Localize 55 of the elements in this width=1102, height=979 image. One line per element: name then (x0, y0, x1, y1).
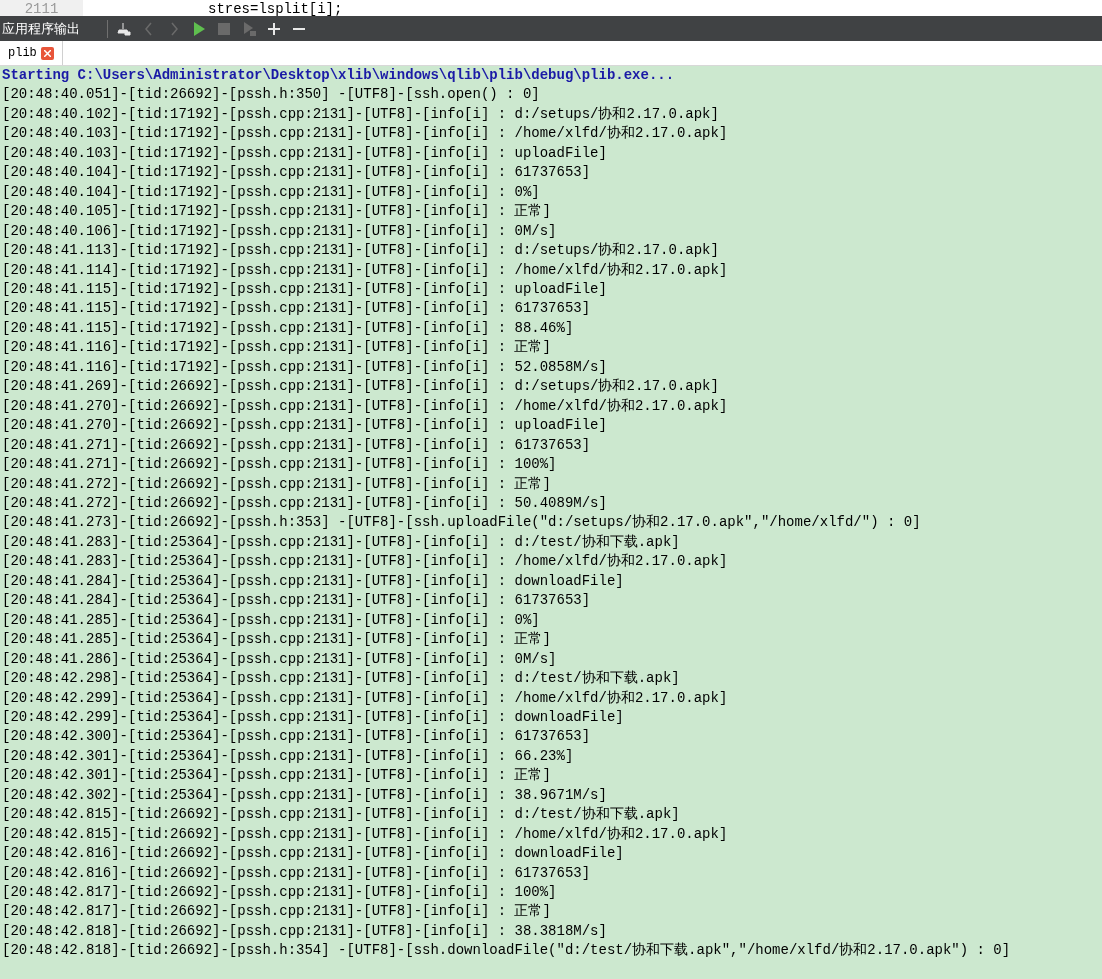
output-header: Starting C:\Users\Administrator\Desktop\xlib\windows\qlib\plib\debug\plib.exe... (2, 66, 675, 85)
log-line: [20:48:42.298]-[tid:25364]-[pssh.cpp:2131]-[UTF8]-[info[i] : d:/test/协和下载.apk] (2, 669, 680, 689)
log-line: [20:48:41.285]-[tid:25364]-[pssh.cpp:2131]-[UTF8]-[info[i] : 0%] (2, 610, 540, 630)
log-line: [20:48:42.816]-[tid:26692]-[pssh.cpp:2131]-[UTF8]-[info[i] : 61737653] (2, 863, 591, 883)
log-line: [20:48:41.272]-[tid:26692]-[pssh.cpp:2131]-[UTF8]-[info[i] : 50.4089M/s] (2, 493, 607, 513)
log-line: [20:48:42.818]-[tid:26692]-[pssh.cpp:2131]-[UTF8]-[info[i] : 38.3818M/s] (2, 921, 607, 941)
clear-icon (115, 20, 132, 37)
log-line: [20:48:42.299]-[tid:25364]-[pssh.cpp:2131]-[UTF8]-[info[i] : downloadFile] (2, 707, 624, 727)
log-line: [20:48:42.817]-[tid:26692]-[pssh.cpp:2131]-[UTF8]-[info[i] : 100%] (2, 883, 557, 903)
log-line: [20:48:42.301]-[tid:25364]-[pssh.cpp:2131]-[UTF8]-[info[i] : 66.23%] (2, 746, 574, 766)
log-line: [20:48:42.301]-[tid:25364]-[pssh.cpp:2131]-[UTF8]-[info[i] : 正常] (2, 766, 551, 786)
log-line: [20:48:40.104]-[tid:17192]-[pssh.cpp:2131]-[UTF8]-[info[i] : 61737653] (2, 163, 591, 183)
log-line: [20:48:42.816]-[tid:26692]-[pssh.cpp:2131]-[UTF8]-[info[i] : downloadFile] (2, 844, 624, 864)
log-line: [20:48:42.817]-[tid:26692]-[pssh.cpp:2131]-[UTF8]-[info[i] : 正常] (2, 902, 551, 922)
log-line: [20:48:42.300]-[tid:25364]-[pssh.cpp:2131]-[UTF8]-[info[i] : 61737653] (2, 727, 591, 747)
log-line: [20:48:40.106]-[tid:17192]-[pssh.cpp:2131]-[UTF8]-[info[i] : 0M/s] (2, 221, 557, 241)
log-line: [20:48:41.115]-[tid:17192]-[pssh.cpp:2131]-[UTF8]-[info[i] : uploadFile] (2, 280, 607, 299)
log-line: [20:48:42.299]-[tid:25364]-[pssh.cpp:2131]-[UTF8]-[info[i] : /home/xlfd/协和2.17.0.apk] (2, 688, 728, 708)
code-line: stres=lsplit[i]; (208, 2, 343, 16)
log-line: [20:48:41.115]-[tid:17192]-[pssh.cpp:2131]-[UTF8]-[info[i] : 88.46%] (2, 318, 574, 338)
log-line: [20:48:42.302]-[tid:25364]-[pssh.cpp:2131]-[UTF8]-[info[i] : 38.9671M/s] (2, 785, 607, 805)
line-number: 2111 (24, 2, 59, 16)
log-line: [20:48:41.269]-[tid:26692]-[pssh.cpp:2131]-[UTF8]-[info[i] : d:/setups/协和2.17.0.apk] (2, 377, 719, 397)
log-line: [20:48:41.272]-[tid:26692]-[pssh.cpp:2131]-[UTF8]-[info[i] : 正常] (2, 474, 551, 494)
log-line: [20:48:41.113]-[tid:17192]-[pssh.cpp:2131]-[UTF8]-[info[i] : d:/setups/协和2.17.0.apk] (2, 241, 719, 261)
close-button[interactable] (40, 46, 54, 60)
log-line: [20:48:41.283]-[tid:25364]-[pssh.cpp:2131]-[UTF8]-[info[i] : d:/test/协和下载.apk] (2, 532, 680, 552)
log-line: [20:48:40.102]-[tid:17192]-[pssh.cpp:2131]-[UTF8]-[info[i] : d:/setups/协和2.17.0.apk] (2, 104, 719, 124)
log-line: [20:48:41.286]-[tid:25364]-[pssh.cpp:2131]-[UTF8]-[info[i] : 0M/s] (2, 649, 557, 669)
log-line: [20:48:41.283]-[tid:25364]-[pssh.cpp:2131]-[UTF8]-[info[i] : /home/xlfd/协和2.17.0.apk] (2, 552, 728, 572)
panel-title: 应用程序输出 (1, 19, 81, 38)
log-line: [20:48:41.270]-[tid:26692]-[pssh.cpp:2131]-[UTF8]-[info[i] : uploadFile] (2, 416, 607, 436)
log-line: [20:48:41.115]-[tid:17192]-[pssh.cpp:2131]-[UTF8]-[info[i] : 61737653] (2, 299, 591, 319)
minus-icon (292, 27, 305, 30)
stop-icon (215, 20, 232, 37)
log-line: [20:48:41.270]-[tid:26692]-[pssh.cpp:2131]-[UTF8]-[info[i] : /home/xlfd/协和2.17.0.apk] (2, 396, 728, 416)
log-line: [20:48:41.116]-[tid:17192]-[pssh.cpp:2131]-[UTF8]-[info[i] : 52.0858M/s] (2, 357, 607, 377)
log-line: [20:48:41.284]-[tid:25364]-[pssh.cpp:2131]-[UTF8]-[info[i] : downloadFile] (2, 571, 624, 591)
log-line: [20:48:40.051]-[tid:26692]-[pssh.h:350] -[UTF8]-[ssh.open() : 0] (2, 85, 540, 105)
log-line: [20:48:41.114]-[tid:17192]-[pssh.cpp:2131]-[UTF8]-[info[i] : /home/xlfd/协和2.17.0.apk] (2, 260, 728, 280)
log-line: [20:48:40.104]-[tid:17192]-[pssh.cpp:2131]-[UTF8]-[info[i] : 0%] (2, 182, 540, 202)
log-line: [20:48:41.116]-[tid:17192]-[pssh.cpp:2131]-[UTF8]-[info[i] : 正常] (2, 338, 551, 358)
log-line: [20:48:40.103]-[tid:17192]-[pssh.cpp:2131]-[UTF8]-[info[i] : uploadFile] (2, 143, 607, 163)
plus-icon (265, 20, 282, 37)
log-line: [20:48:42.815]-[tid:26692]-[pssh.cpp:2131]-[UTF8]-[info[i] : /home/xlfd/协和2.17.0.apk] (2, 824, 728, 844)
log-line: [20:48:42.815]-[tid:26692]-[pssh.cpp:2131]-[UTF8]-[info[i] : d:/test/协和下载.apk] (2, 805, 680, 825)
close-icon (43, 49, 51, 57)
log-line: [20:48:42.818]-[tid:26692]-[pssh.h:354] -[UTF8]-[ssh.downloadFile("d:/test/协和下载.apk","/home/xlfd/协和2.17.0.apk") : 0] (2, 941, 1011, 961)
log-line: [20:48:41.284]-[tid:25364]-[pssh.cpp:2131]-[UTF8]-[info[i] : 61737653] (2, 591, 591, 611)
log-line: [20:48:41.271]-[tid:26692]-[pssh.cpp:2131]-[UTF8]-[info[i] : 100%] (2, 455, 557, 475)
log-line: [20:48:41.285]-[tid:25364]-[pssh.cpp:2131]-[UTF8]-[info[i] : 正常] (2, 630, 551, 650)
log-line: [20:48:40.103]-[tid:17192]-[pssh.cpp:2131]-[UTF8]-[info[i] : /home/xlfd/协和2.17.0.apk] (2, 124, 728, 144)
log-line: [20:48:40.105]-[tid:17192]-[pssh.cpp:2131]-[UTF8]-[info[i] : 正常] (2, 202, 551, 222)
log-line: [20:48:41.271]-[tid:26692]-[pssh.cpp:2131]-[UTF8]-[info[i] : 61737653] (2, 435, 591, 455)
log-line: [20:48:41.273]-[tid:26692]-[pssh.h:353] -[UTF8]-[ssh.uploadFile("d:/setups/协和2.17.0.apk","/home/xlfd/") : 0] (2, 513, 921, 533)
